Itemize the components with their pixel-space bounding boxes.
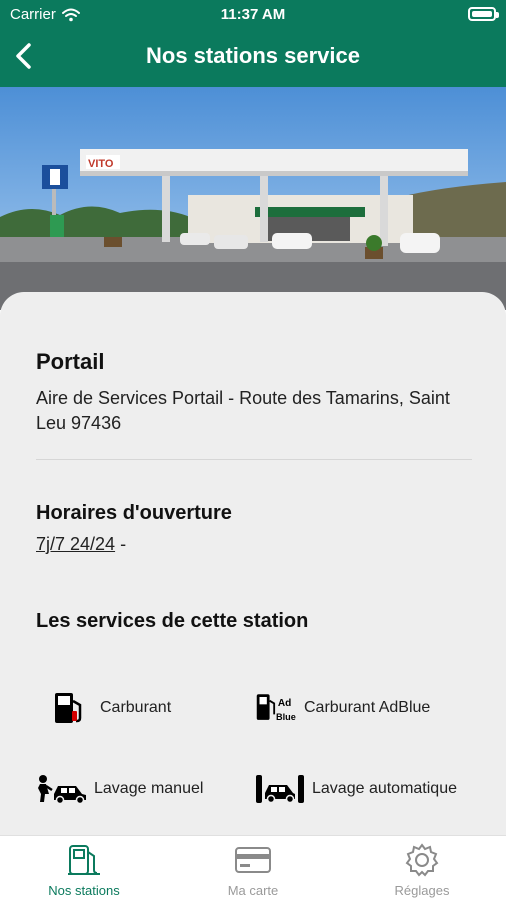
tab-bar: Nos stations Ma carte Réglages (0, 835, 506, 900)
opening-hours: 7j/7 24/24 - (36, 534, 126, 555)
tab-reglages[interactable]: Réglages (338, 836, 506, 900)
station-name: Portail (36, 349, 105, 374)
adblue-text-bottom: Blue (276, 712, 296, 722)
gear-icon (405, 843, 439, 877)
station-info-sheet: Portail Aire de Services Portail - Route… (0, 292, 506, 835)
opening-hours-suffix: - (120, 534, 127, 554)
service-label: Lavage manuel (94, 780, 204, 797)
tab-label: Nos stations (48, 883, 120, 898)
adblue-text-top: Ad (278, 698, 291, 709)
page-title: Nos stations service (146, 43, 360, 68)
station-photo: VITO (0, 87, 506, 310)
tab-label: Réglages (394, 883, 450, 898)
manual-wash-icon (38, 775, 86, 804)
station-address: Aire de Services Portail - Route des Tam… (36, 388, 450, 433)
service-label: Lavage automatique (312, 780, 457, 797)
service-fuel: Carburant (48, 690, 171, 726)
adblue-pump-icon: Ad Blue (256, 694, 296, 722)
service-adblue: Ad Blue Carburant AdBlue (254, 690, 430, 726)
fuel-pump-icon (55, 693, 82, 723)
fuel-station-icon (68, 845, 100, 875)
header: Carrier 11:37 AM Nos stations service (0, 0, 506, 87)
opening-hours-link[interactable]: 7j/7 24/24 (36, 534, 115, 554)
battery-icon (468, 7, 499, 21)
card-icon (235, 847, 271, 873)
status-bar: Carrier 11:37 AM (0, 0, 506, 30)
service-label: Carburant (100, 699, 172, 716)
opening-hours-title: Horaires d'ouverture (36, 502, 232, 524)
tab-nos-stations[interactable]: Nos stations (0, 836, 168, 900)
tab-ma-carte[interactable]: Ma carte (169, 836, 337, 900)
tab-label: Ma carte (227, 883, 279, 898)
divider (36, 459, 472, 460)
services-title: Les services de cette station (36, 610, 309, 632)
service-automatic-wash: Lavage automatique (254, 771, 457, 807)
service-label: Carburant AdBlue (304, 699, 431, 716)
service-manual-wash: Lavage manuel (36, 771, 203, 807)
automatic-wash-icon (256, 775, 304, 804)
vito-sign: VITO (88, 158, 114, 170)
clock: 11:37 AM (220, 6, 286, 23)
